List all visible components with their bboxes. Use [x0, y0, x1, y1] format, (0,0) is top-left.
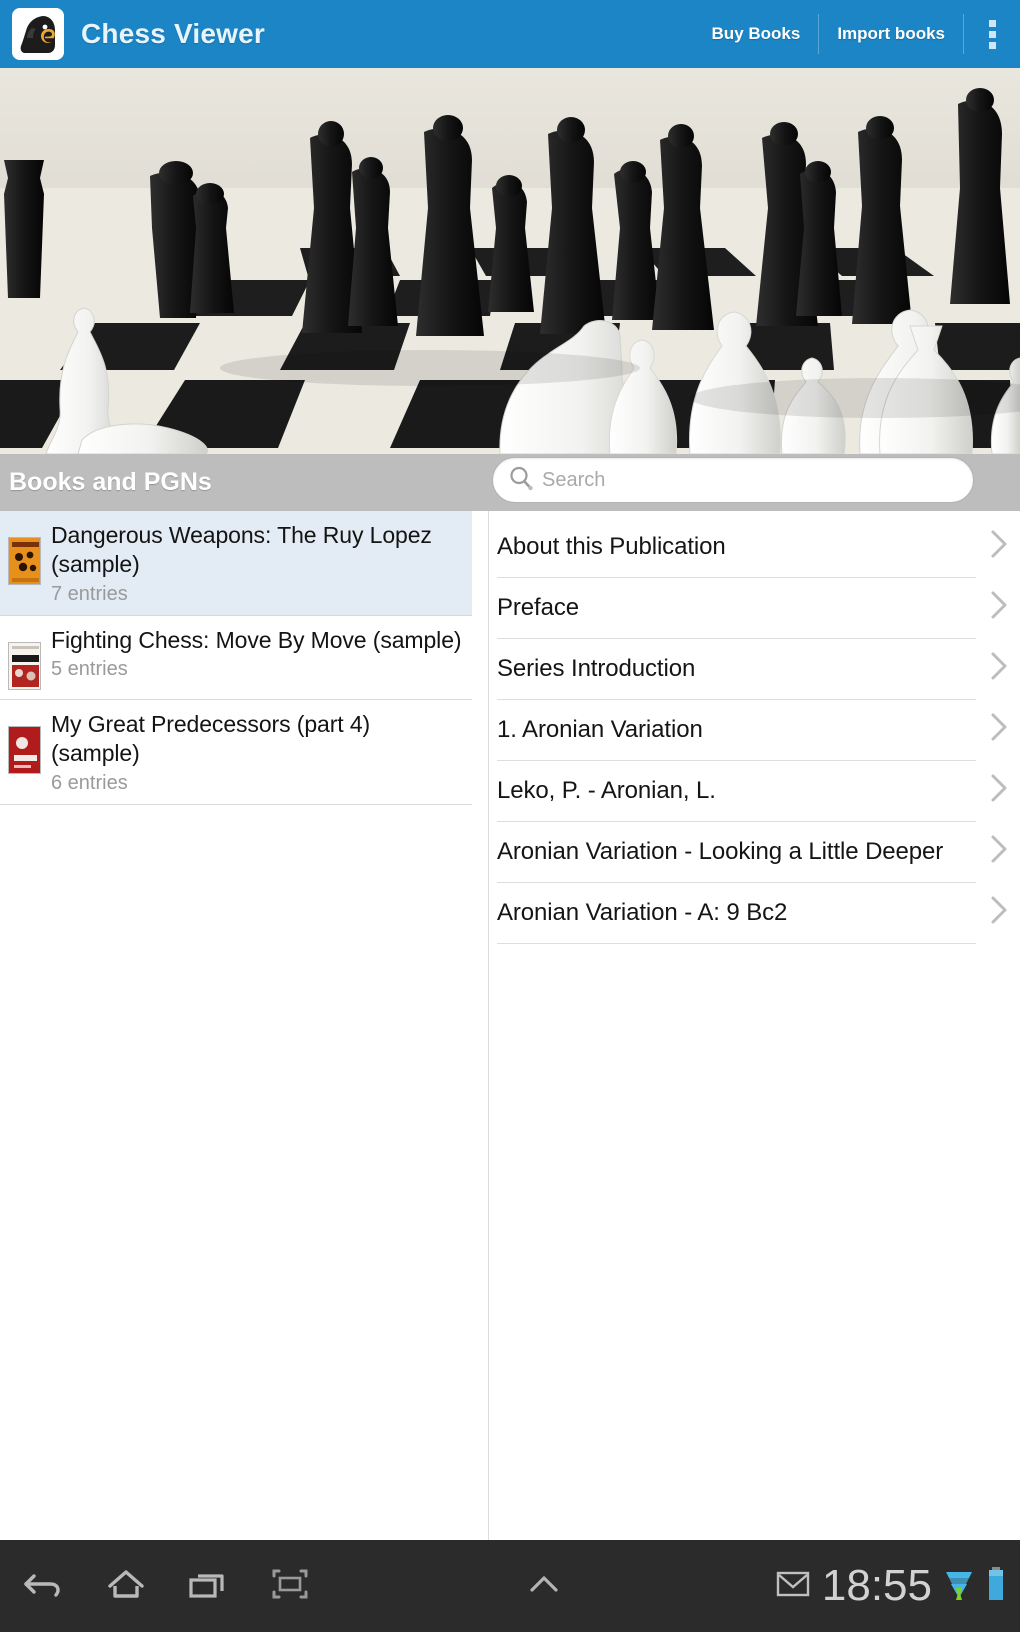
books-list: Dangerous Weapons: The Ruy Lopez (sample… [0, 511, 472, 1540]
app-logo[interactable] [12, 8, 64, 60]
list-item[interactable]: Leko, P. - Aronian, L. [497, 761, 1007, 822]
contents-item-label: 1. Aronian Variation [497, 715, 703, 743]
book-title: Dangerous Weapons: The Ruy Lopez (sample… [51, 522, 432, 578]
list-item[interactable]: Aronian Variation - A: 9 Bc2 [497, 883, 1007, 944]
contents-item-label: About this Publication [497, 532, 726, 560]
overflow-menu-icon [988, 30, 996, 38]
buy-books-button[interactable]: Buy Books [694, 10, 819, 58]
library-section-title: Books and PGNs [9, 468, 212, 496]
book-title: Fighting Chess: Move By Move (sample) [51, 626, 462, 653]
contents-item-label: Series Introduction [497, 654, 696, 682]
app-title: Chess Viewer [81, 18, 265, 49]
screenshot-icon[interactable] [268, 1562, 312, 1611]
chevron-right-icon [988, 893, 1010, 932]
recent-apps-icon[interactable] [186, 1562, 230, 1611]
gmail-icon[interactable] [776, 1569, 810, 1604]
chevron-right-icon [988, 588, 1010, 627]
action-bar: Chess Viewer Buy Books Import books [0, 0, 1020, 68]
chevron-right-icon [988, 649, 1010, 688]
chevron-right-icon [988, 832, 1010, 871]
chevron-right-icon [988, 710, 1010, 749]
list-item[interactable]: My Great Predecessors (part 4) (sample) … [0, 699, 472, 805]
list-item[interactable]: Aronian Variation - Looking a Little Dee… [497, 822, 1007, 883]
chevron-right-icon [988, 527, 1010, 566]
book-text: My Great Predecessors (part 4) (sample) … [51, 710, 464, 795]
chevron-up-icon[interactable] [522, 1568, 566, 1605]
system-navigation-bar: 18:55 [0, 1540, 1020, 1632]
book-text: Fighting Chess: Move By Move (sample) 5 … [51, 626, 464, 681]
overflow-menu-icon [988, 41, 996, 49]
list-item[interactable]: About this Publication [497, 517, 1007, 578]
app-screen: Chess Viewer Buy Books Import books Book… [0, 0, 1020, 1632]
home-icon[interactable] [104, 1562, 148, 1611]
contents-item-label: Leko, P. - Aronian, L. [497, 776, 716, 804]
list-item[interactable]: Series Introduction [497, 639, 1007, 700]
battery-icon[interactable] [986, 1565, 1006, 1608]
book-cover-thumbnail [8, 537, 41, 585]
contents-item-label: Aronian Variation - A: 9 Bc2 [497, 898, 788, 926]
import-books-button[interactable]: Import books [819, 10, 963, 58]
chess-banner-image [0, 68, 1020, 454]
list-item[interactable]: Dangerous Weapons: The Ruy Lopez (sample… [0, 511, 472, 616]
contents-list: About this Publication Preface Series In… [489, 511, 1020, 1540]
book-entry-count: 5 entries [51, 658, 128, 681]
book-cover-thumbnail [8, 641, 41, 690]
book-entry-count: 6 entries [51, 771, 128, 794]
list-item[interactable]: Fighting Chess: Move By Move (sample) 5 … [0, 615, 472, 700]
back-arrow-icon[interactable] [22, 1562, 66, 1611]
overflow-menu-icon [988, 19, 996, 27]
overflow-menu-button[interactable] [964, 6, 1020, 62]
list-item[interactable]: 1. Aronian Variation [497, 700, 1007, 761]
chevron-right-icon [988, 771, 1010, 810]
system-nav-buttons [0, 1562, 312, 1611]
chess-knight-e-logo-icon [12, 8, 64, 60]
search-icon [507, 464, 535, 497]
book-entry-count: 7 entries [51, 582, 128, 605]
contents-item-label: Preface [497, 593, 580, 621]
search-input[interactable] [542, 460, 942, 500]
book-title: My Great Predecessors (part 4) (sample) [51, 710, 371, 767]
book-cover-thumbnail [8, 725, 41, 774]
chess-board-photo-illustration [0, 68, 1020, 454]
list-item[interactable]: Preface [497, 578, 1007, 639]
book-text: Dangerous Weapons: The Ruy Lopez (sample… [51, 521, 464, 606]
search-field[interactable] [492, 457, 974, 503]
expand-handle[interactable] [312, 1568, 776, 1605]
wifi-signal-icon[interactable] [944, 1566, 974, 1607]
contents-item-label: Aronian Variation - Looking a Little Dee… [497, 837, 944, 865]
status-icons: 18:55 [776, 1561, 1020, 1611]
status-clock: 18:55 [821, 1561, 932, 1610]
